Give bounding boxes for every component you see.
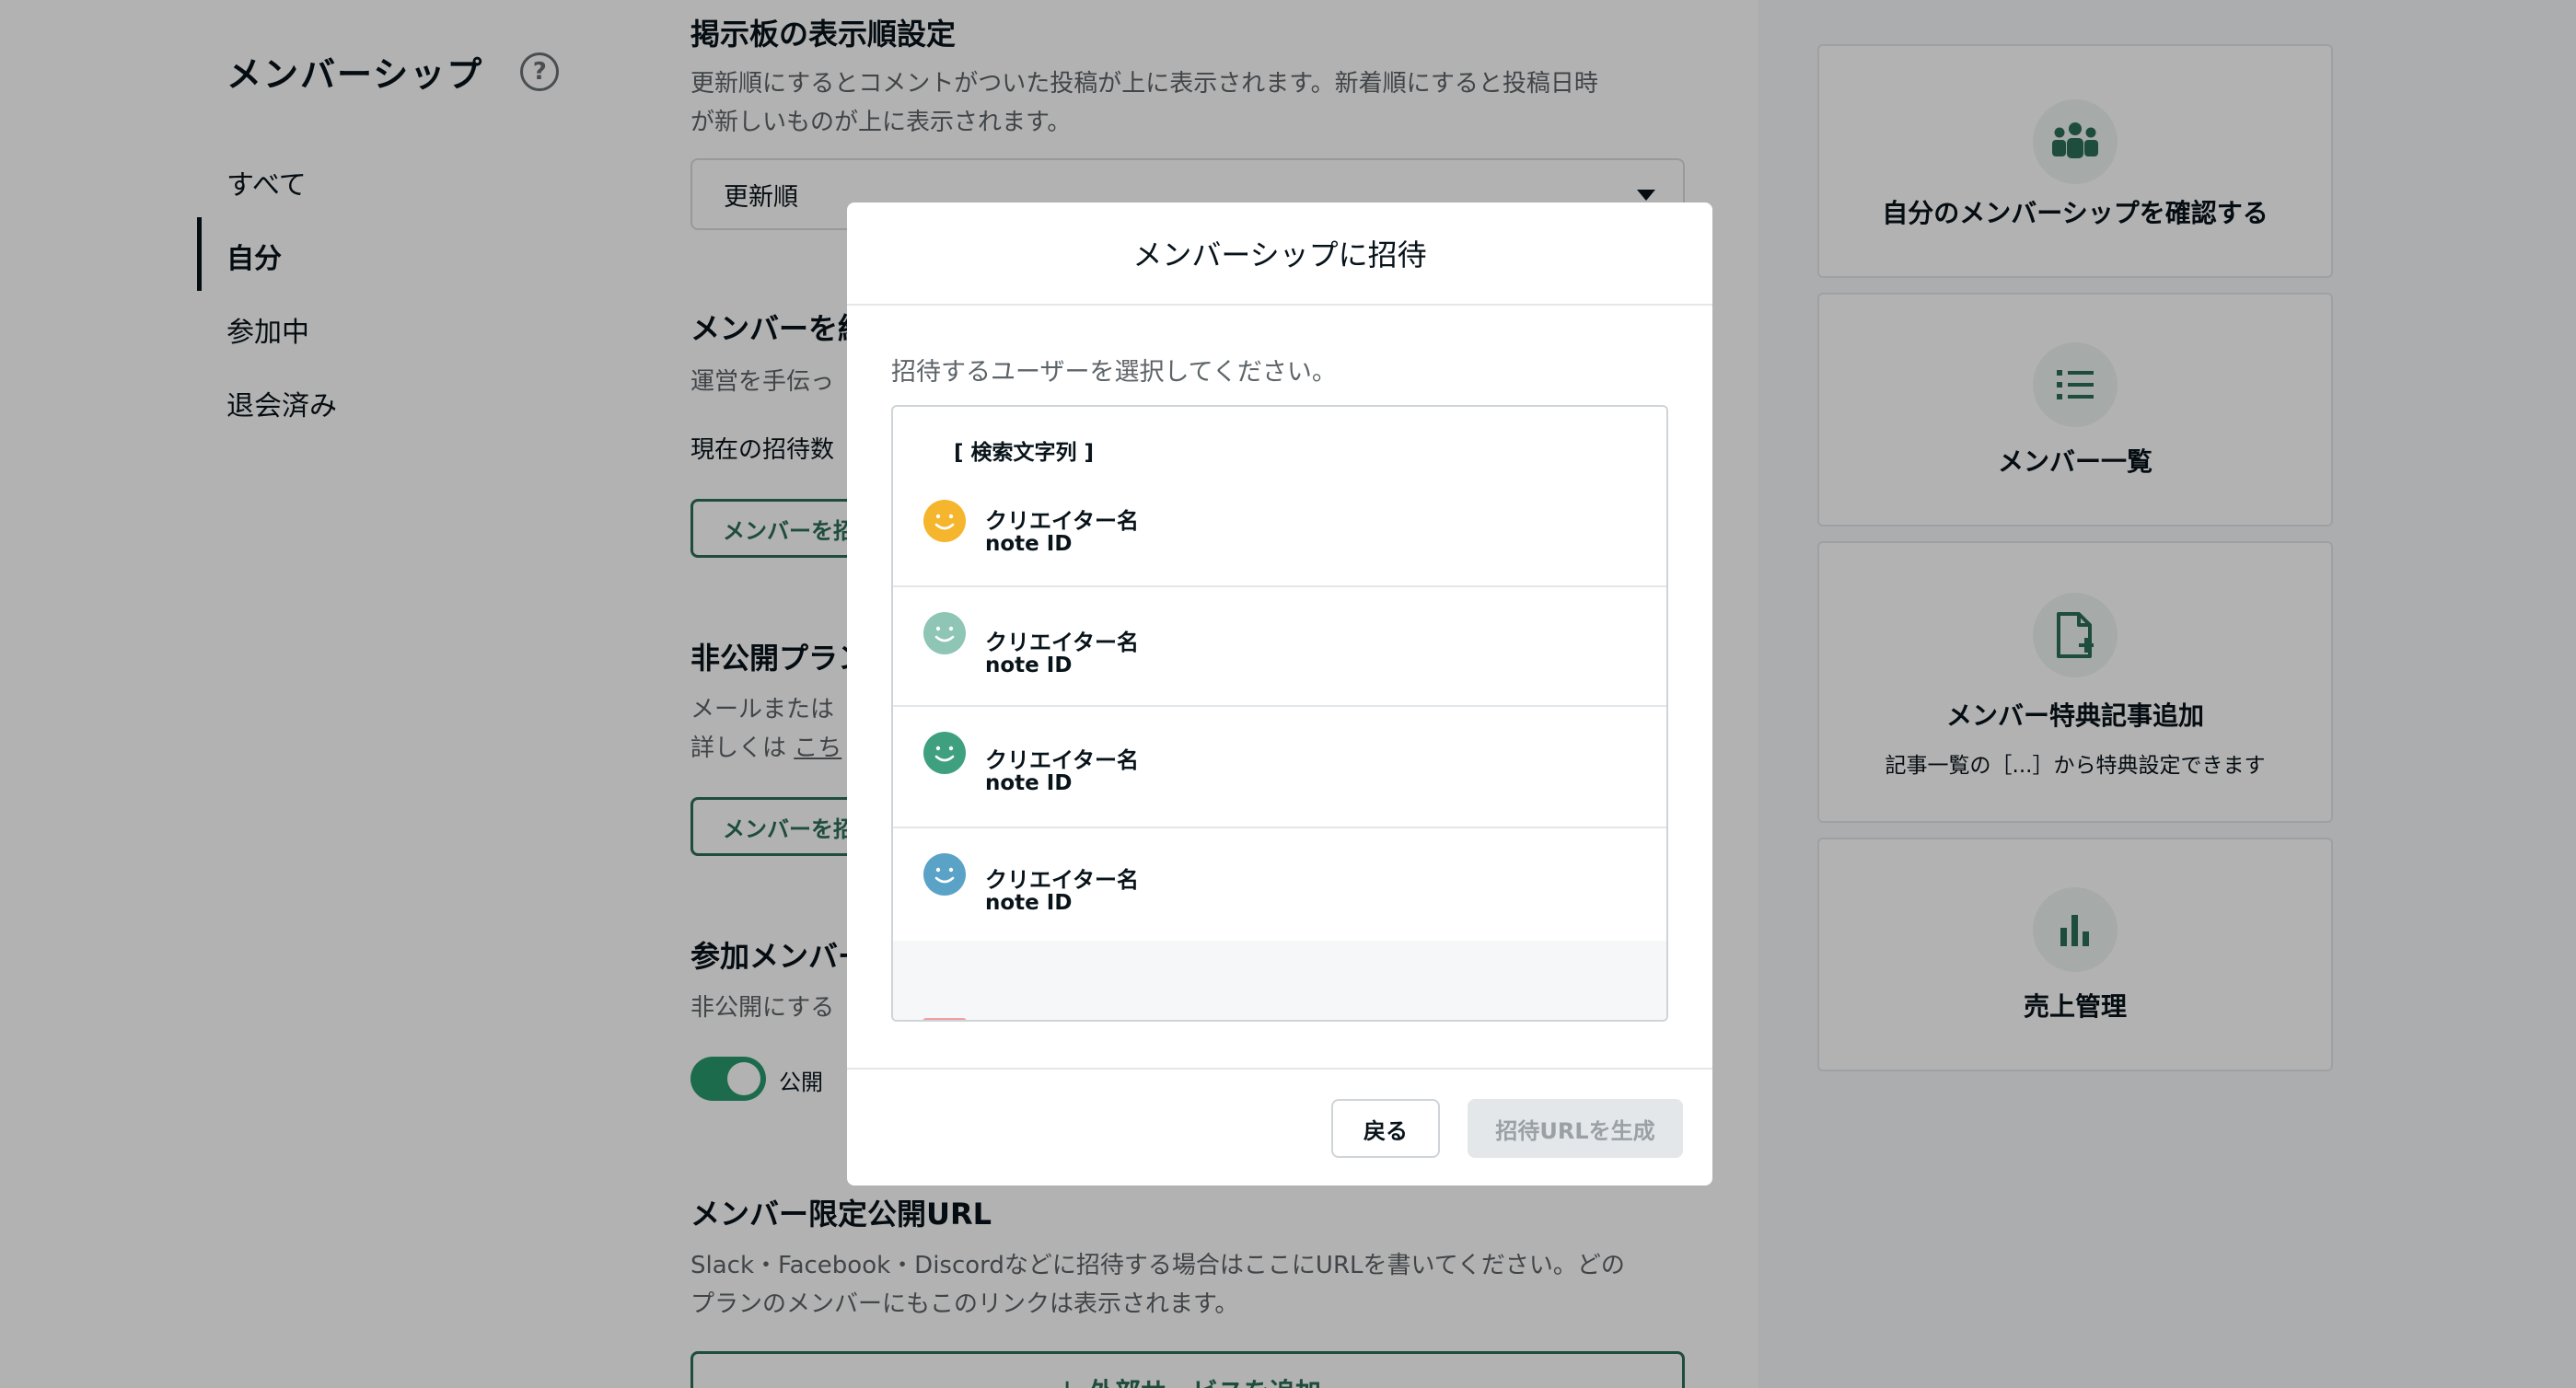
modal-header: メンバーシップに招待: [847, 202, 1712, 306]
user-name: クリエイター名: [985, 508, 1140, 534]
list-scroll-fade: [893, 941, 1666, 1020]
avatar-smiley-icon: [923, 612, 966, 654]
generate-invite-url-button[interactable]: 招待URLを生成: [1468, 1099, 1683, 1158]
user-row[interactable]: クリエイター名 note ID: [893, 828, 1666, 950]
modal-footer: 戻る 招待URLを生成: [847, 1068, 1712, 1186]
page: メンバーシップ ? すべて 自分 参加中 退会済み 掲示板の表示順設定 更新順に…: [0, 0, 2576, 1388]
user-id: note ID: [985, 891, 1073, 915]
modal-title: メンバーシップに招待: [1132, 237, 1427, 272]
user-name: クリエイター名: [985, 867, 1140, 893]
user-id: note ID: [985, 654, 1073, 677]
avatar-smiley-icon: [923, 853, 966, 896]
avatar-smiley-icon: [923, 732, 966, 774]
user-name: クリエイター名: [985, 630, 1140, 655]
user-row[interactable]: クリエイター名 note ID: [893, 585, 1666, 707]
user-list[interactable]: [ 検索文字列 ] クリエイター名 note ID クリエイター名 note I…: [891, 405, 1668, 1022]
user-id: note ID: [985, 532, 1073, 556]
user-id: note ID: [985, 771, 1073, 795]
avatar-smiley-icon: [923, 500, 966, 542]
search-string[interactable]: [ 検索文字列 ]: [954, 434, 1094, 466]
user-row[interactable]: クリエイター名 note ID: [893, 707, 1666, 828]
avatar-peek: [922, 1018, 967, 1020]
user-name: クリエイター名: [985, 747, 1140, 773]
modal-instruction: 招待するユーザーを選択してください。: [891, 358, 1337, 387]
user-row-selected[interactable]: クリエイター名 note ID: [902, 480, 1657, 580]
invite-modal: メンバーシップに招待 招待するユーザーを選択してください。 [ 検索文字列 ] …: [847, 202, 1712, 1186]
back-button[interactable]: 戻る: [1331, 1099, 1440, 1158]
